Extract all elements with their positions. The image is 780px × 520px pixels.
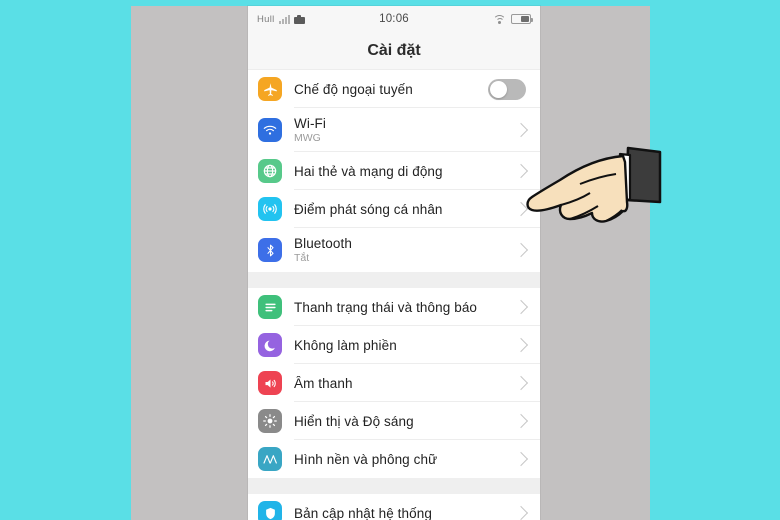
row-label: Chế độ ngoại tuyến <box>294 81 413 97</box>
section-gap <box>248 478 540 494</box>
settings-row-bluetooth[interactable]: Bluetooth Tắt <box>248 228 540 272</box>
settings-row-wallpaper-font[interactable]: Hình nền và phông chữ <box>248 440 540 478</box>
row-labels: Hiển thị và Độ sáng <box>294 414 508 429</box>
screenshot-root: Hull 10:06 Cài đặt Chế độ ngoại tuyến Wi-… <box>0 0 780 520</box>
row-labels: Thanh trạng thái và thông báo <box>294 300 508 315</box>
settings-row-display-brightness[interactable]: Hiển thị và Độ sáng <box>248 402 540 440</box>
list-lines-icon <box>258 295 282 319</box>
airplane-icon <box>258 77 282 101</box>
row-subtitle: Tắt <box>294 252 310 264</box>
row-labels: Chế độ ngoại tuyến <box>294 82 488 97</box>
settings-row-status-bar-notifications[interactable]: Thanh trạng thái và thông báo <box>248 288 540 326</box>
wifi-icon <box>258 118 282 142</box>
settings-group-updates: Bản cập nhật hệ thống <box>248 494 540 520</box>
row-label: Wi-Fi <box>294 116 326 131</box>
row-label: Hình nền và phông chữ <box>294 451 438 467</box>
chevron-right-icon <box>513 375 529 391</box>
page-title-bar: Cài đặt <box>248 32 540 70</box>
chevron-right-icon <box>513 299 529 315</box>
chevron-right-icon <box>513 337 529 353</box>
status-bar-right <box>493 14 533 24</box>
page-title: Cài đặt <box>367 41 421 59</box>
moon-icon <box>258 333 282 357</box>
settings-list: Chế độ ngoại tuyến Wi-Fi MWG Hai thẻ và mạn… <box>248 70 540 520</box>
row-label: Hiển thị và Độ sáng <box>294 413 414 429</box>
font-letter-icon <box>258 447 282 471</box>
speaker-icon <box>258 371 282 395</box>
sun-icon <box>258 409 282 433</box>
settings-row-do-not-disturb[interactable]: Không làm phiền <box>248 326 540 364</box>
toggle-knob <box>490 80 507 98</box>
row-labels: Bluetooth Tắt <box>294 236 508 264</box>
chevron-right-icon <box>513 451 529 467</box>
status-bar: Hull 10:06 <box>248 6 540 32</box>
toggle-airplane-mode[interactable] <box>488 78 526 100</box>
row-label: Không làm phiền <box>294 337 397 353</box>
chevron-right-icon <box>513 505 529 520</box>
settings-row-personal-hotspot[interactable]: Điểm phát sóng cá nhân <box>248 190 540 228</box>
battery-icon <box>511 14 533 24</box>
row-label: Bluetooth <box>294 236 352 251</box>
row-labels: Hình nền và phông chữ <box>294 452 508 467</box>
globe-icon <box>258 159 282 183</box>
row-label: Thanh trạng thái và thông báo <box>294 299 478 315</box>
row-label: Điểm phát sóng cá nhân <box>294 201 443 217</box>
bluetooth-icon <box>258 238 282 262</box>
row-labels: Âm thanh <box>294 376 508 391</box>
chevron-right-icon <box>513 242 529 258</box>
settings-row-wifi[interactable]: Wi-Fi MWG <box>248 108 540 152</box>
row-labels: Điểm phát sóng cá nhân <box>294 202 508 217</box>
row-labels: Bản cập nhật hệ thống <box>294 506 508 520</box>
settings-group-system: Thanh trạng thái và thông báo Không làm p… <box>248 288 540 478</box>
row-labels: Không làm phiền <box>294 338 508 353</box>
chevron-right-icon <box>513 201 529 217</box>
chevron-right-icon <box>513 163 529 179</box>
settings-row-system-update[interactable]: Bản cập nhật hệ thống <box>248 494 540 520</box>
section-gap <box>248 272 540 288</box>
row-subtitle: MWG <box>294 132 321 144</box>
chevron-right-icon <box>513 122 529 138</box>
row-label: Bản cập nhật hệ thống <box>294 505 432 520</box>
row-labels: Hai thẻ và mạng di động <box>294 164 508 179</box>
shield-update-icon <box>258 501 282 520</box>
row-label: Âm thanh <box>294 375 353 391</box>
settings-row-sound[interactable]: Âm thanh <box>248 364 540 402</box>
settings-row-dual-sim-mobile-network[interactable]: Hai thẻ và mạng di động <box>248 152 540 190</box>
chevron-right-icon <box>513 413 529 429</box>
settings-group-connectivity: Chế độ ngoại tuyến Wi-Fi MWG Hai thẻ và mạn… <box>248 70 540 272</box>
row-labels: Wi-Fi MWG <box>294 116 508 144</box>
row-label: Hai thẻ và mạng di động <box>294 163 443 179</box>
wifi-icon <box>493 14 506 24</box>
settings-row-airplane-mode[interactable]: Chế độ ngoại tuyến <box>248 70 540 108</box>
hotspot-icon <box>258 197 282 221</box>
phone-screen: Hull 10:06 Cài đặt Chế độ ngoại tuyến Wi-… <box>248 6 540 520</box>
